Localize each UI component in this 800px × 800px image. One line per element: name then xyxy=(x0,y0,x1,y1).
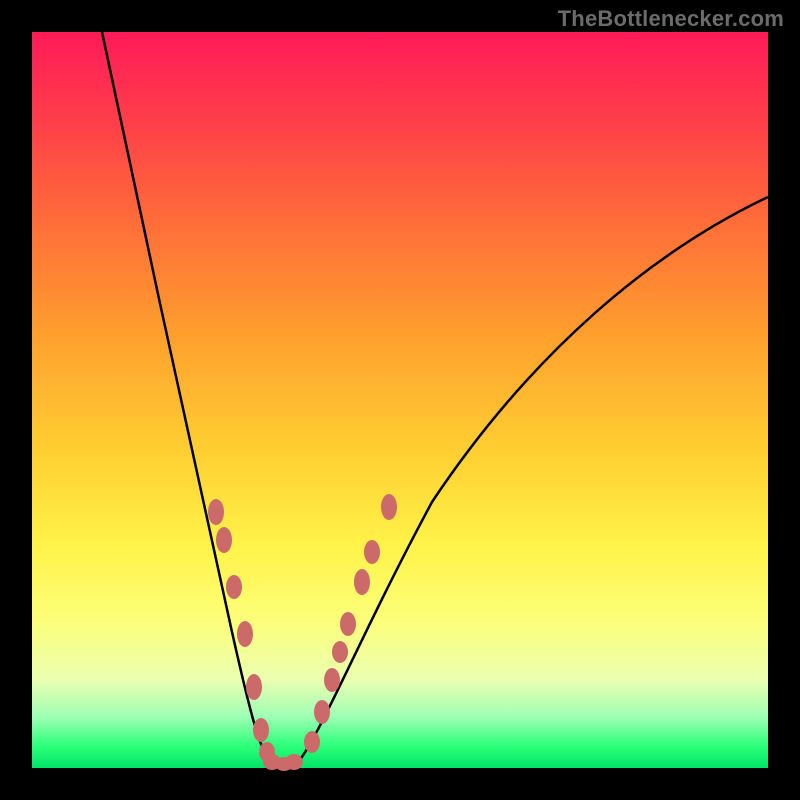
watermark-text: TheBottlenecker.com xyxy=(558,6,784,32)
bottleneck-curve xyxy=(32,32,768,768)
curve-left-branch xyxy=(102,32,272,764)
beads-bottom xyxy=(263,754,303,771)
beads-left xyxy=(208,499,275,762)
beads-right xyxy=(304,494,397,753)
curve-right-branch xyxy=(297,197,768,764)
chart-frame: TheBottlenecker.com xyxy=(0,0,800,800)
